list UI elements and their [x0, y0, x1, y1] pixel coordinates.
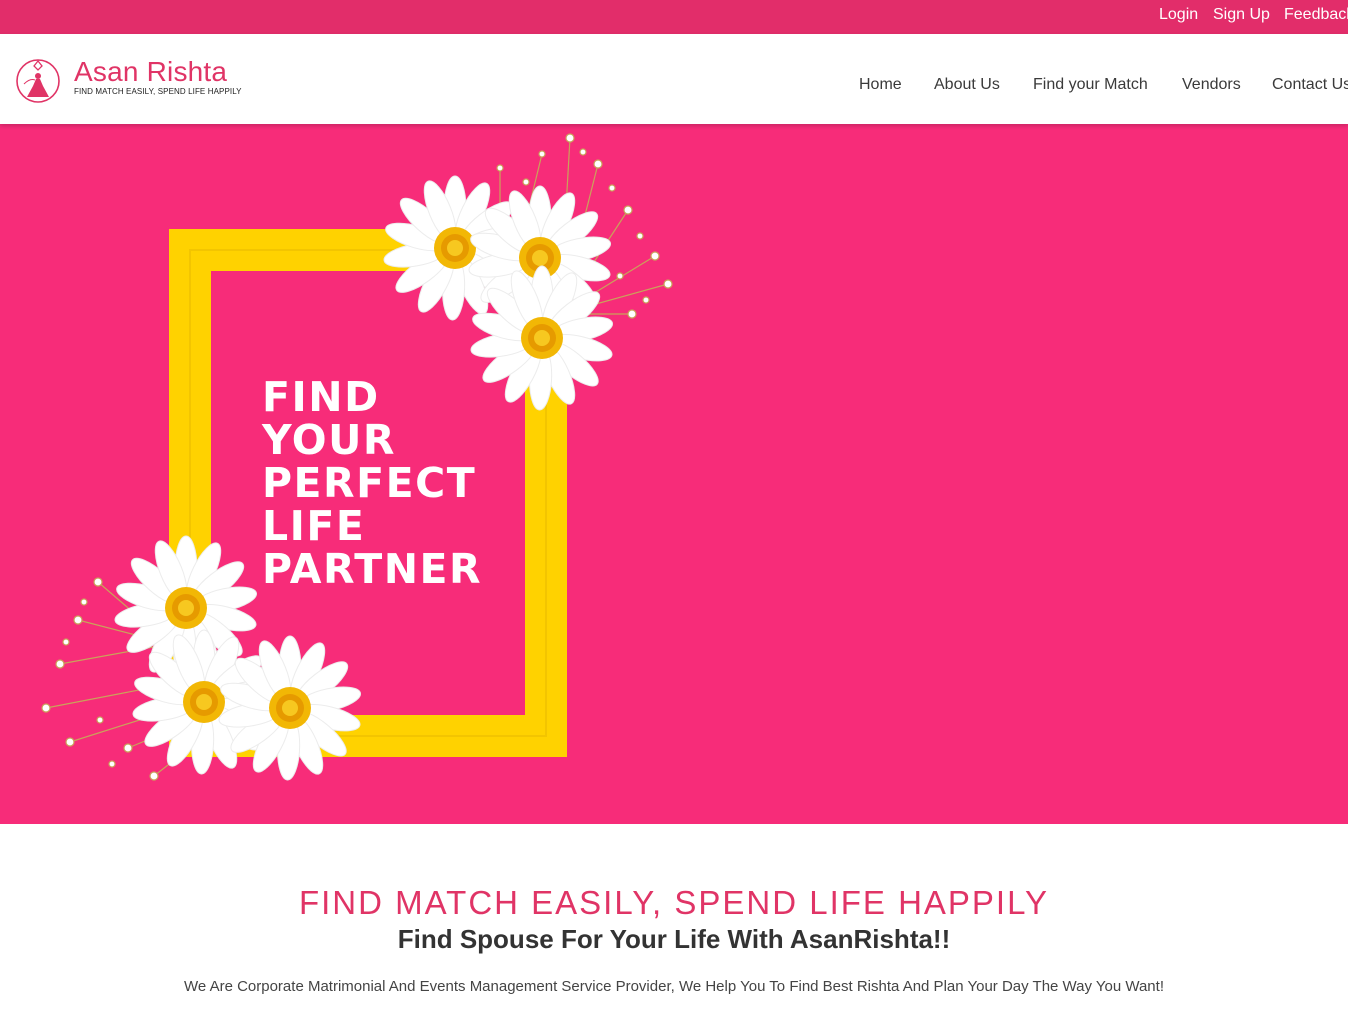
hero-line: FIND — [262, 373, 380, 421]
nav-home[interactable]: Home — [859, 76, 902, 94]
nav-find-your-match[interactable]: Find your Match — [1033, 76, 1148, 94]
daisy-flower — [216, 635, 364, 781]
hero-banner: FIND YOUR PERFECT LIFE PARTNER — [0, 124, 1348, 824]
brand-name[interactable]: Asan Rishta — [74, 56, 227, 88]
section-description: We Are Corporate Matrimonial And Events … — [184, 978, 1164, 995]
hero-headline: FIND YOUR PERFECT LIFE PARTNER — [262, 376, 482, 591]
hero-line: PARTNER — [262, 545, 483, 593]
nav-about-us[interactable]: About Us — [934, 76, 1000, 94]
hero-line: PERFECT — [262, 459, 477, 507]
brand-tagline: FIND MATCH EASILY, SPEND LIFE HAPPILY — [74, 87, 242, 96]
nav-vendors[interactable]: Vendors — [1182, 76, 1241, 94]
main-navbar: Asan Rishta FIND MATCH EASILY, SPEND LIF… — [0, 34, 1348, 124]
feedback-link[interactable]: Feedback — [1284, 6, 1348, 24]
section-heading: Find Spouse For Your Life With AsanRisht… — [397, 924, 951, 954]
section-slogan: FIND MATCH EASILY, SPEND LIFE HAPPILY — [298, 884, 1050, 921]
hero-line: LIFE — [262, 502, 366, 550]
top-bar: Login Sign Up Feedback — [0, 0, 1348, 34]
login-link[interactable]: Login — [1159, 6, 1198, 24]
signup-link[interactable]: Sign Up — [1213, 6, 1270, 24]
hero-line: YOUR — [262, 416, 396, 464]
hero-illustration — [41, 133, 673, 781]
nav-contact-us[interactable]: Contact Us — [1272, 76, 1348, 94]
bride-ring-icon[interactable] — [14, 56, 62, 104]
